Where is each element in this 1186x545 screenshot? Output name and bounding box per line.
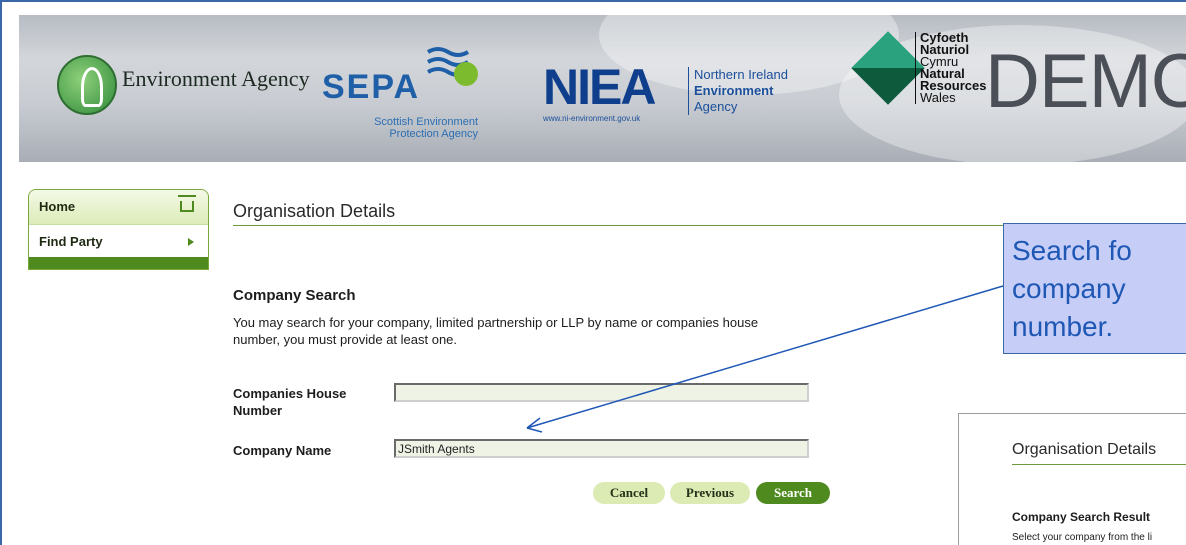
home-icon [178, 195, 196, 212]
inset-title-divider [1012, 464, 1186, 465]
sepa-waves-icon [426, 47, 478, 86]
company-name-label: Company Name [233, 443, 332, 458]
company-name-input[interactable] [394, 439, 809, 458]
niea-logo-text: NIEA [543, 59, 656, 115]
title-divider [233, 225, 1003, 226]
callout-box: Search fo company number. [1003, 223, 1186, 354]
natural-resources-wales-name: Cyfoeth Naturiol Cymru Natural Resources… [915, 31, 986, 105]
sepa-subtitle: Scottish Environment Protection Agency [374, 116, 478, 140]
inset-description: Select your company from the li [1012, 532, 1153, 543]
page-title: Organisation Details [233, 201, 396, 221]
sidebar-item-label: Home [39, 199, 76, 214]
callout-text: Search fo company number. [1012, 235, 1132, 342]
section-description: You may search for your company, limited… [233, 315, 759, 347]
companies-house-number-input[interactable] [394, 383, 809, 402]
arrow-right-icon [188, 238, 194, 246]
environment-agency-logo [57, 55, 117, 115]
sidebar-item-label: Find Party [39, 234, 103, 249]
cancel-button[interactable]: Cancel [593, 482, 665, 504]
inset-page-title: Organisation Details [1012, 441, 1157, 458]
sidebar-nav: Home Find Party [28, 189, 209, 270]
inset-section-title: Company Search Result [1012, 510, 1151, 524]
niea-url: www.ni-environment.gov.uk [543, 114, 641, 123]
previous-button[interactable]: Previous [670, 482, 750, 504]
nrw-line: Wales [920, 90, 956, 105]
sidebar-item-find-party[interactable]: Find Party [29, 224, 208, 258]
sidebar-footer-bar [29, 257, 208, 269]
niea-line: Environment [694, 83, 774, 98]
section-title: Company Search [233, 287, 356, 304]
sepa-logo-text: SEPA [322, 68, 421, 106]
search-button[interactable]: Search [756, 482, 830, 504]
inset-screenshot: Organisation Details Company Search Resu… [958, 413, 1186, 545]
niea-line: Agency [694, 99, 738, 114]
sidebar-item-home[interactable]: Home [29, 190, 208, 224]
environment-agency-name: Environment Agency [122, 66, 310, 91]
niea-line: Northern Ireland [694, 67, 788, 82]
companies-house-number-label: Companies House Number [233, 386, 347, 418]
demo-watermark: DEMO [985, 39, 1186, 124]
niea-agency-name: Northern Ireland Environment Agency [688, 67, 788, 115]
